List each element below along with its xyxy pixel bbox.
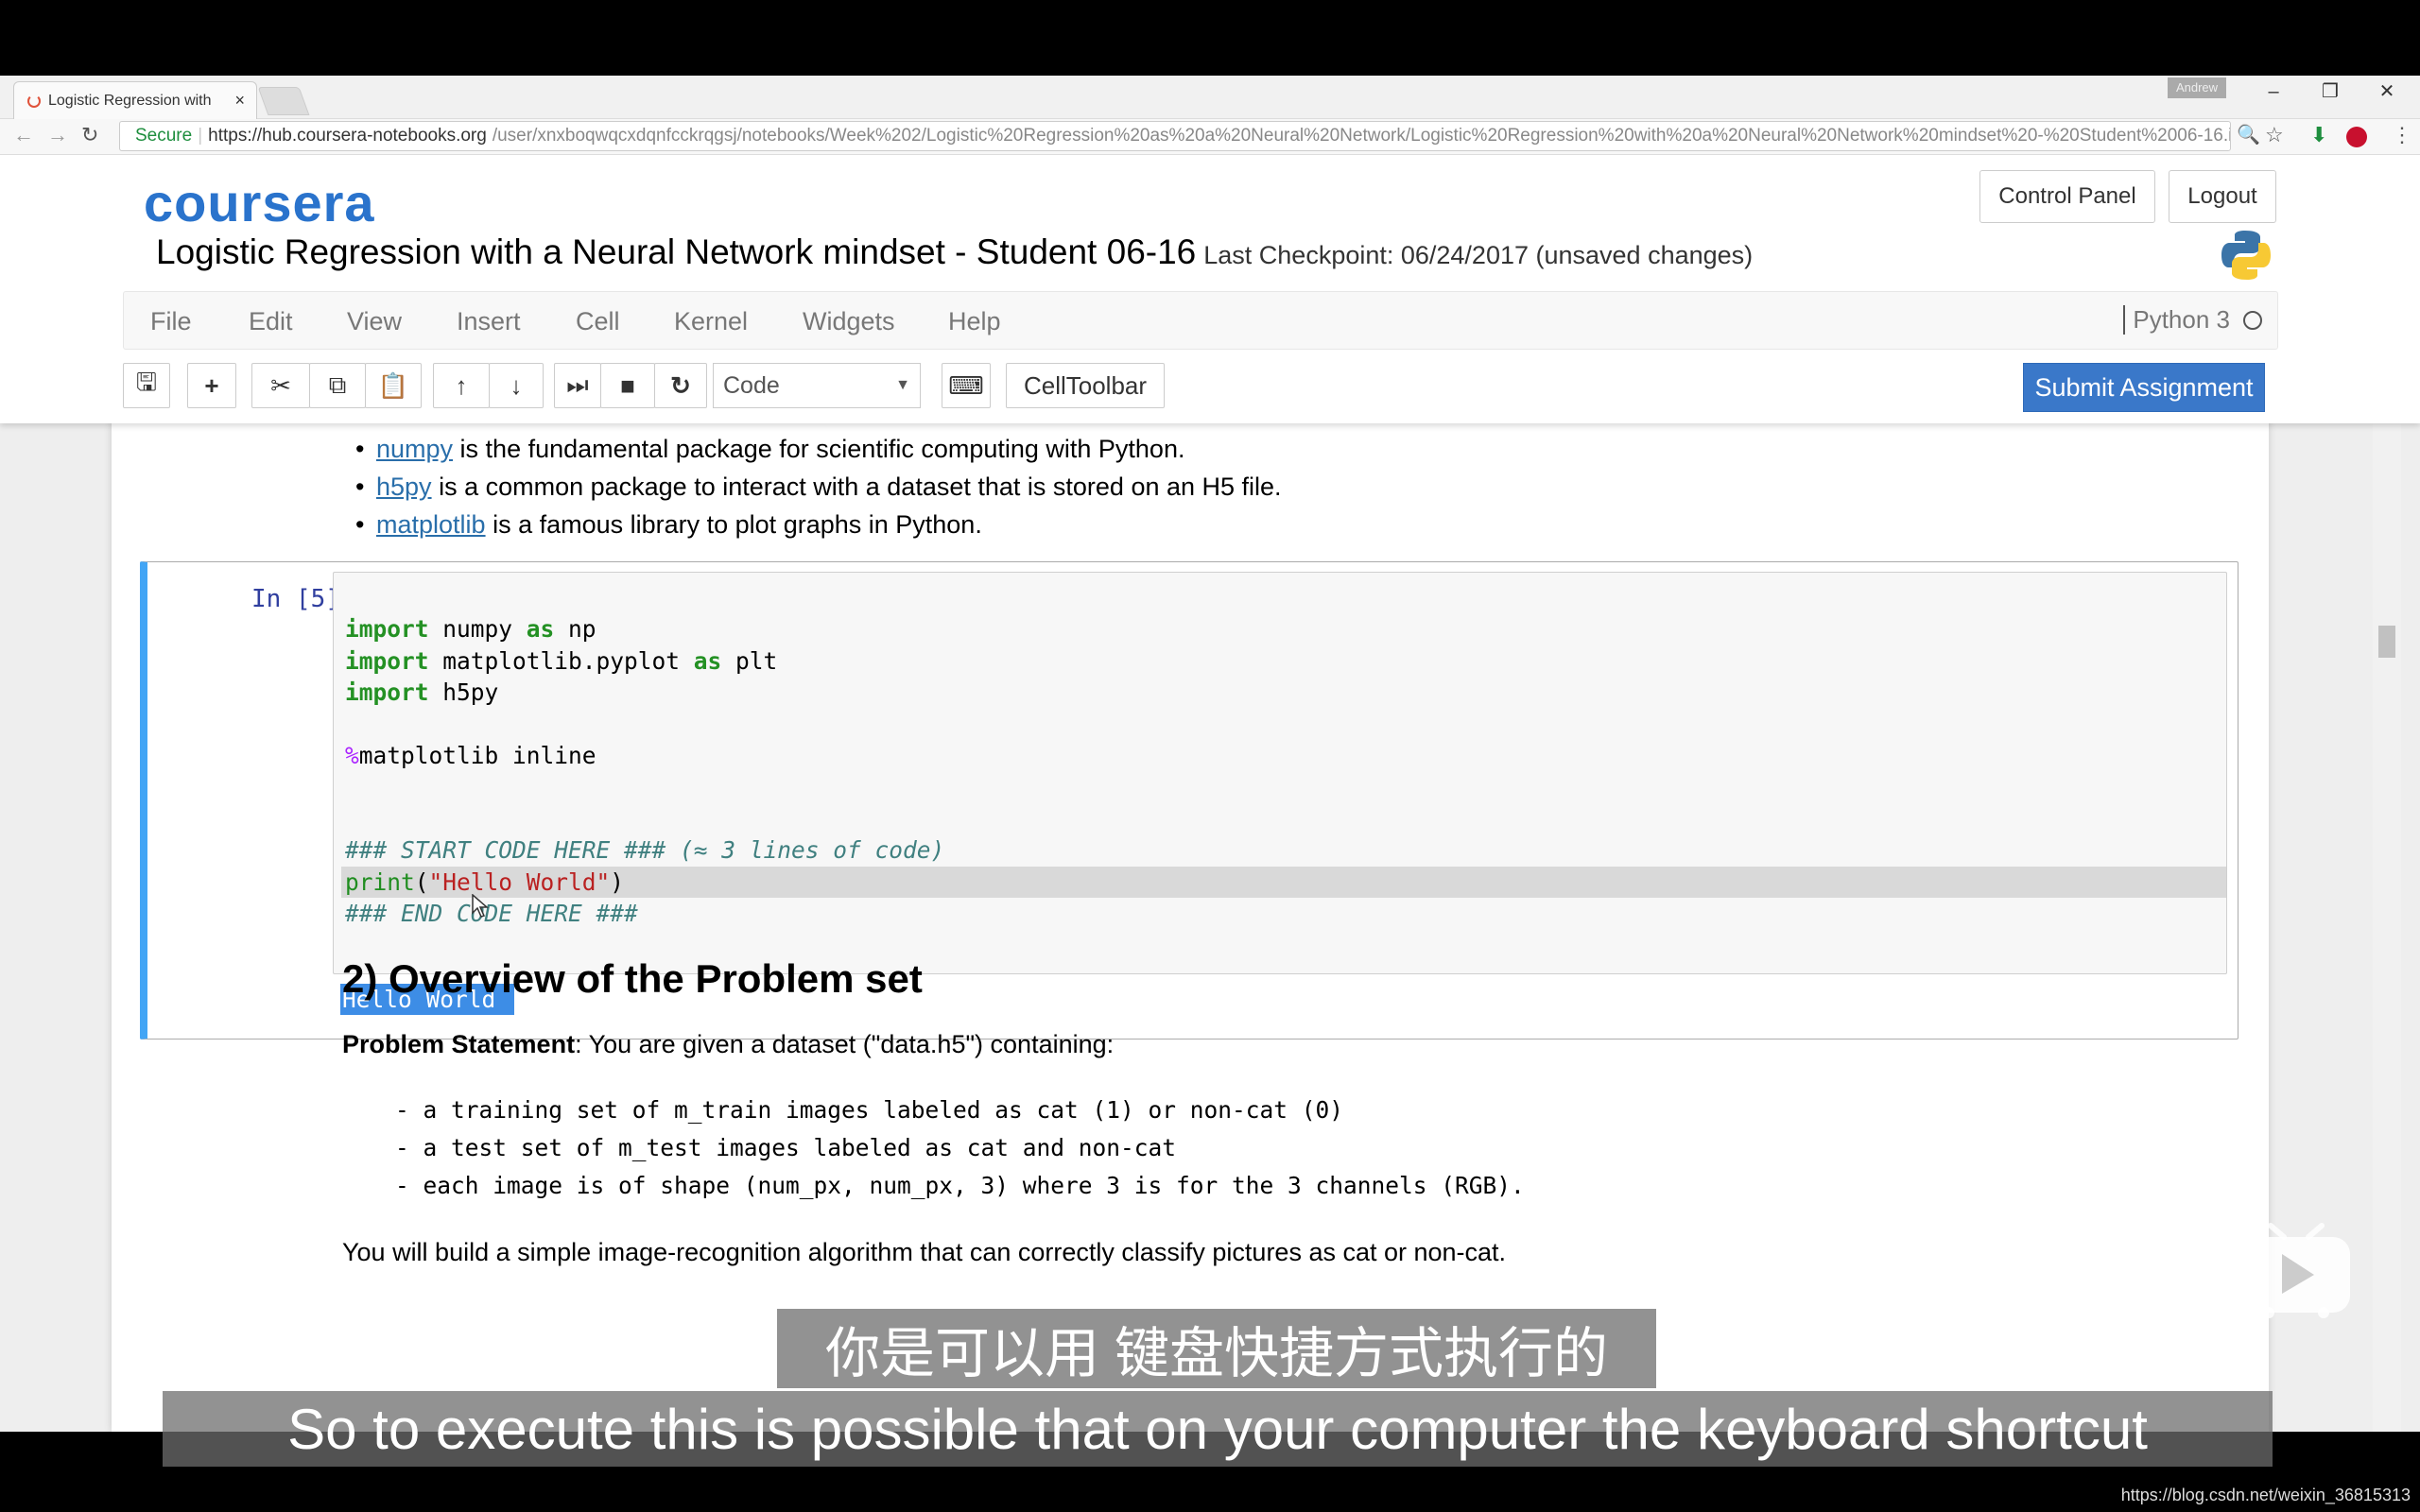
bullet-text: is a common package to interact with a d…: [431, 472, 1282, 501]
menu-cell[interactable]: Cell: [576, 307, 620, 336]
browser-tab-bar: Logistic Regression with × Andrew – ❐ ✕: [0, 76, 2420, 119]
cell-type-value: Code: [723, 371, 780, 399]
url-input[interactable]: Secure | https://hub.coursera-notebooks.…: [119, 121, 2231, 151]
keyboard-icon: ⌨: [948, 370, 984, 400]
celltoolbar-button[interactable]: CellToolbar: [1006, 363, 1165, 408]
submit-assignment-button[interactable]: Submit Assignment: [2023, 363, 2265, 412]
h5py-link[interactable]: h5py: [376, 472, 432, 501]
scrollbar[interactable]: [2373, 423, 2401, 1432]
subtitle-english: So to execute this is possible that on y…: [163, 1391, 2273, 1467]
menu-file[interactable]: File: [150, 307, 192, 336]
notebook-header: coursera Logistic Regression with a Neur…: [0, 155, 2420, 423]
notebook-page: numpy is the fundamental package for sci…: [0, 155, 2420, 1432]
list-item: h5py is a common package to interact wit…: [355, 472, 1282, 502]
step-forward-icon: ⏭: [566, 370, 589, 399]
save-icon: 🖫: [135, 368, 158, 396]
interrupt-button[interactable]: ■: [600, 363, 655, 408]
notebook-title[interactable]: Logistic Regression with a Neural Networ…: [156, 232, 1753, 272]
paragraph: You will build a simple image-recognitio…: [342, 1238, 1507, 1266]
kernel-indicator: Python 3: [2123, 305, 2262, 335]
bullet-text: is a famous library to plot graphs in Py…: [485, 510, 982, 539]
forward-icon[interactable]: →: [47, 123, 68, 147]
url-host: https://hub.coursera-notebooks.org: [208, 126, 487, 146]
problem-text: : You are given a dataset ("data.h5") co…: [575, 1030, 1115, 1058]
cell-type-select[interactable]: Code ▼: [713, 363, 921, 408]
copy-icon: ⧉: [328, 370, 347, 399]
paste-button[interactable]: 📋: [365, 363, 422, 408]
matplotlib-link[interactable]: matplotlib: [376, 510, 486, 539]
problem-statement: Problem Statement: You are given a datas…: [342, 1030, 1114, 1059]
section-heading: 2) Overview of the Problem set: [342, 956, 923, 1001]
menu-bar: File Edit View Insert Cell Kernel Widget…: [123, 291, 2278, 350]
restore-icon[interactable]: ❐: [2307, 76, 2354, 108]
python-logo-icon: [2221, 231, 2271, 280]
list-item: - a training set of m_train images label…: [395, 1096, 1344, 1124]
video-top-bar: [0, 0, 2420, 76]
menu-widgets[interactable]: Widgets: [803, 307, 895, 336]
loading-icon: [27, 94, 41, 108]
star-icon[interactable]: ☆: [2265, 123, 2284, 147]
command-palette-button[interactable]: ⌨: [942, 363, 991, 408]
kernel-name: Python 3: [2133, 305, 2230, 334]
copy-button[interactable]: ⧉: [309, 363, 366, 408]
video-play-icon[interactable]: [2240, 1222, 2352, 1320]
chevron-down-icon: ▼: [895, 377, 910, 393]
menu-edit[interactable]: Edit: [249, 307, 293, 336]
stop-icon: ■: [620, 370, 635, 400]
checkpoint-status: Last Checkpoint: 06/24/2017 (unsaved cha…: [1203, 241, 1754, 269]
list-item: matplotlib is a famous library to plot g…: [355, 510, 982, 540]
paste-icon: 📋: [377, 370, 409, 400]
browser-tab[interactable]: Logistic Regression with ×: [13, 81, 257, 119]
plus-icon: +: [204, 370, 219, 400]
secure-label: Secure: [135, 126, 193, 146]
menu-help[interactable]: Help: [948, 307, 1001, 336]
adblock-icon[interactable]: [2346, 127, 2367, 147]
restart-button[interactable]: ↻: [654, 363, 707, 408]
mouse-cursor-icon: [472, 894, 489, 918]
coursera-logo[interactable]: coursera: [144, 172, 375, 233]
address-bar-row: ← → ↻ Secure | https://hub.coursera-note…: [0, 119, 2420, 155]
arrow-up-icon: ↑: [455, 370, 468, 400]
control-panel-button[interactable]: Control Panel: [1979, 170, 2155, 223]
scissors-icon: ✂: [270, 370, 291, 400]
list-item: numpy is the fundamental package for sci…: [355, 435, 1185, 464]
title-text: Logistic Regression with a Neural Networ…: [156, 232, 1197, 271]
kernel-idle-icon: [2243, 310, 2262, 330]
minimize-icon[interactable]: –: [2250, 76, 2297, 108]
new-tab-button[interactable]: [257, 87, 310, 115]
close-window-icon[interactable]: ✕: [2363, 76, 2411, 108]
run-button[interactable]: ⏭: [554, 363, 601, 408]
user-badge[interactable]: Andrew: [2168, 77, 2226, 98]
insert-cell-button[interactable]: +: [187, 363, 236, 408]
move-down-button[interactable]: ↓: [489, 363, 544, 408]
cut-button[interactable]: ✂: [251, 363, 310, 408]
menu-icon[interactable]: ⋮: [2392, 123, 2412, 147]
menu-kernel[interactable]: Kernel: [674, 307, 748, 336]
numpy-link[interactable]: numpy: [376, 435, 453, 463]
save-button[interactable]: 🖫: [123, 363, 170, 408]
list-item: - each image is of shape (num_px, num_px…: [395, 1172, 1525, 1199]
code-editor[interactable]: import numpy as np import matplotlib.pypl…: [333, 572, 2227, 974]
menu-view[interactable]: View: [347, 307, 402, 336]
back-icon[interactable]: ←: [13, 123, 34, 147]
close-tab-icon[interactable]: ×: [234, 91, 245, 111]
problem-label: Problem Statement: [342, 1030, 576, 1058]
url-path: /user/xnxboqwqcxdqnfcckrqgsj/notebooks/W…: [492, 126, 2231, 146]
subtitle-chinese: 你是可以用 键盘快捷方式执行的: [777, 1309, 1656, 1388]
move-up-button[interactable]: ↑: [433, 363, 490, 408]
logout-button[interactable]: Logout: [2169, 170, 2276, 223]
restart-icon: ↻: [670, 370, 691, 400]
bullet-text: is the fundamental package for scientifi…: [453, 435, 1185, 463]
tab-title: Logistic Regression with: [48, 92, 212, 109]
reload-icon[interactable]: ↻: [81, 123, 98, 147]
menu-insert[interactable]: Insert: [457, 307, 521, 336]
list-item: - a test set of m_test images labeled as…: [395, 1134, 1177, 1161]
scrollbar-thumb[interactable]: [2378, 626, 2395, 658]
zoom-icon[interactable]: 🔍: [2237, 123, 2260, 146]
download-icon[interactable]: ⬇: [2310, 123, 2327, 147]
watermark: https://blog.csdn.net/weixin_36815313: [2120, 1486, 2411, 1504]
arrow-down-icon: ↓: [510, 370, 523, 400]
